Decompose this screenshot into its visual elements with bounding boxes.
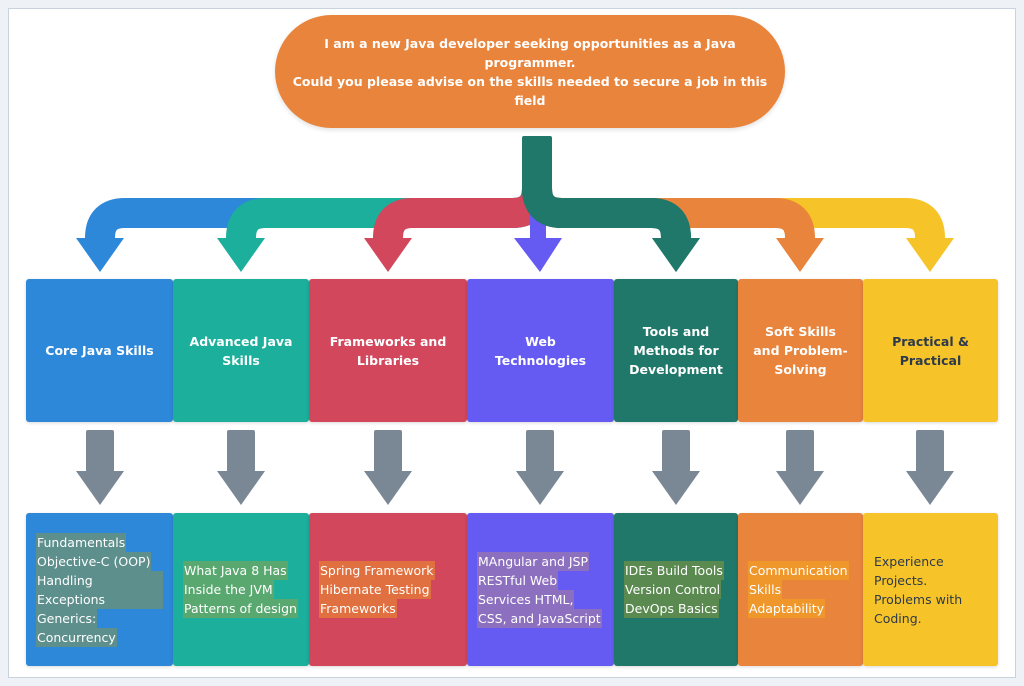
skill-item: Adaptability — [748, 599, 826, 618]
category-title: Frameworks and Libraries — [329, 333, 447, 368]
flow-arrow-practical-head — [906, 238, 954, 272]
flow-arrow-advanced-java-head — [217, 238, 265, 272]
skills-list: Fundamentals Objective-C (OOP) Handling Ex… — [36, 532, 163, 647]
skills-list: What Java 8 Has Inside the JVM Patterns of… — [183, 561, 298, 618]
skill-item: Communication — [748, 561, 849, 580]
flow-arrow-web-tech-head — [514, 238, 562, 272]
flow-arrow-frameworks-head — [364, 238, 412, 272]
skill-item: Inside the JVM — [183, 580, 274, 599]
skills-card-web-tech: MAngular and JSP RESTful Web Services HTML… — [467, 513, 614, 666]
skill-item: Fundamentals — [36, 532, 127, 552]
skills-list: Spring Framework Hibernate Testing Framewo… — [319, 561, 435, 618]
category-title: Advanced Java Skills — [189, 333, 293, 368]
flow-arrow-frameworks-shaft — [373, 168, 552, 239]
down-arrow-frameworks-shaft — [374, 430, 402, 472]
down-arrow-web-tech-head — [516, 471, 564, 505]
skill-item: Spring Framework — [319, 561, 435, 580]
category-card-core-java: Core Java Skills — [26, 279, 173, 422]
category-card-web-tech: Web Technologies — [467, 279, 614, 422]
down-arrow-soft-skills-head — [776, 471, 824, 505]
skill-item: RESTful Web — [477, 570, 559, 590]
skills-card-practical: Experience Projects. Problems with Coding. — [863, 513, 998, 666]
skills-card-dev-tools: IDEs Build Tools Version Control DevOps Ba… — [614, 513, 738, 666]
category-title: Tools and Methods for Development — [629, 324, 723, 377]
skill-item: Concurrency — [36, 627, 117, 647]
flow-arrow-core-java-head — [76, 238, 124, 272]
category-card-practical: Practical & Practical — [863, 279, 998, 422]
category-card-dev-tools: Tools and Methods for Development — [614, 279, 738, 422]
down-arrow-soft-skills-shaft — [786, 430, 814, 472]
category-title: Practical & Practical — [892, 333, 969, 368]
skill-item: DevOps Basics — [624, 599, 719, 618]
down-arrow-frameworks-head — [364, 471, 412, 505]
down-arrow-dev-tools-shaft — [662, 430, 690, 472]
down-arrow-advanced-java-shaft — [227, 430, 255, 472]
flow-arrow-soft-skills-head — [776, 238, 824, 272]
category-card-frameworks: Frameworks and Libraries — [309, 279, 467, 422]
category-title: Soft Skills and Problem-Solving — [753, 324, 848, 377]
skill-item: Handling Exceptions — [36, 570, 163, 609]
skill-item: Generics: — [36, 608, 98, 628]
skill-item: Version Control — [624, 580, 722, 599]
skills-card-soft-skills: Communication Skills Adaptability — [738, 513, 863, 666]
question-bubble: I am a new Java developer seeking opport… — [275, 15, 785, 128]
down-arrow-core-java-head — [76, 471, 124, 505]
skill-item: CSS, and JavaScript — [477, 608, 602, 628]
skill-item: Frameworks — [319, 599, 397, 618]
skills-list: Experience Projects. Problems with Coding. — [873, 552, 963, 628]
skill-item: Projects. — [874, 572, 928, 588]
skill-item: Patterns of design — [183, 599, 298, 618]
skill-item: What Java 8 Has — [183, 561, 288, 580]
down-arrow-advanced-java-head — [217, 471, 265, 505]
category-title: Web Technologies — [494, 333, 587, 368]
flow-arrow-dev-tools-top-head — [652, 238, 700, 272]
skills-card-frameworks: Spring Framework Hibernate Testing Framewo… — [309, 513, 467, 666]
skills-list: MAngular and JSP RESTful Web Services HTML… — [477, 551, 602, 628]
skill-item: Objective-C (OOP) — [36, 551, 152, 571]
skill-item: Experience — [874, 553, 944, 569]
skills-card-advanced-java: What Java 8 Has Inside the JVM Patterns of… — [173, 513, 309, 666]
skill-item: Skills — [748, 580, 783, 599]
question-line-1: I am a new Java developer seeking opport… — [324, 35, 736, 70]
question-line-2: Could you please advise on the skills ne… — [292, 73, 768, 108]
down-arrow-web-tech-shaft — [526, 430, 554, 472]
skill-item: Services HTML, — [477, 589, 575, 609]
down-arrow-practical-head — [906, 471, 954, 505]
skill-item: Hibernate Testing — [319, 580, 431, 599]
flow-arrow-dev-tools-top-shaft — [522, 168, 691, 239]
skills-list: IDEs Build Tools Version Control DevOps Ba… — [624, 561, 724, 618]
category-card-advanced-java: Advanced Java Skills — [173, 279, 309, 422]
down-arrow-practical-shaft — [916, 430, 944, 472]
skills-list: Communication Skills Adaptability — [748, 561, 849, 618]
skill-item: Coding. — [874, 610, 922, 626]
skill-item: IDEs Build Tools — [624, 561, 724, 580]
skill-item: MAngular and JSP — [477, 551, 590, 571]
main-stem — [522, 136, 552, 196]
skill-item: Problems with — [874, 591, 963, 607]
category-title: Core Java Skills — [45, 343, 154, 358]
down-arrow-core-java-shaft — [86, 430, 114, 472]
category-card-soft-skills: Soft Skills and Problem-Solving — [738, 279, 863, 422]
down-arrow-dev-tools-head — [652, 471, 700, 505]
skills-card-core-java: Fundamentals Objective-C (OOP) Handling Ex… — [26, 513, 173, 666]
